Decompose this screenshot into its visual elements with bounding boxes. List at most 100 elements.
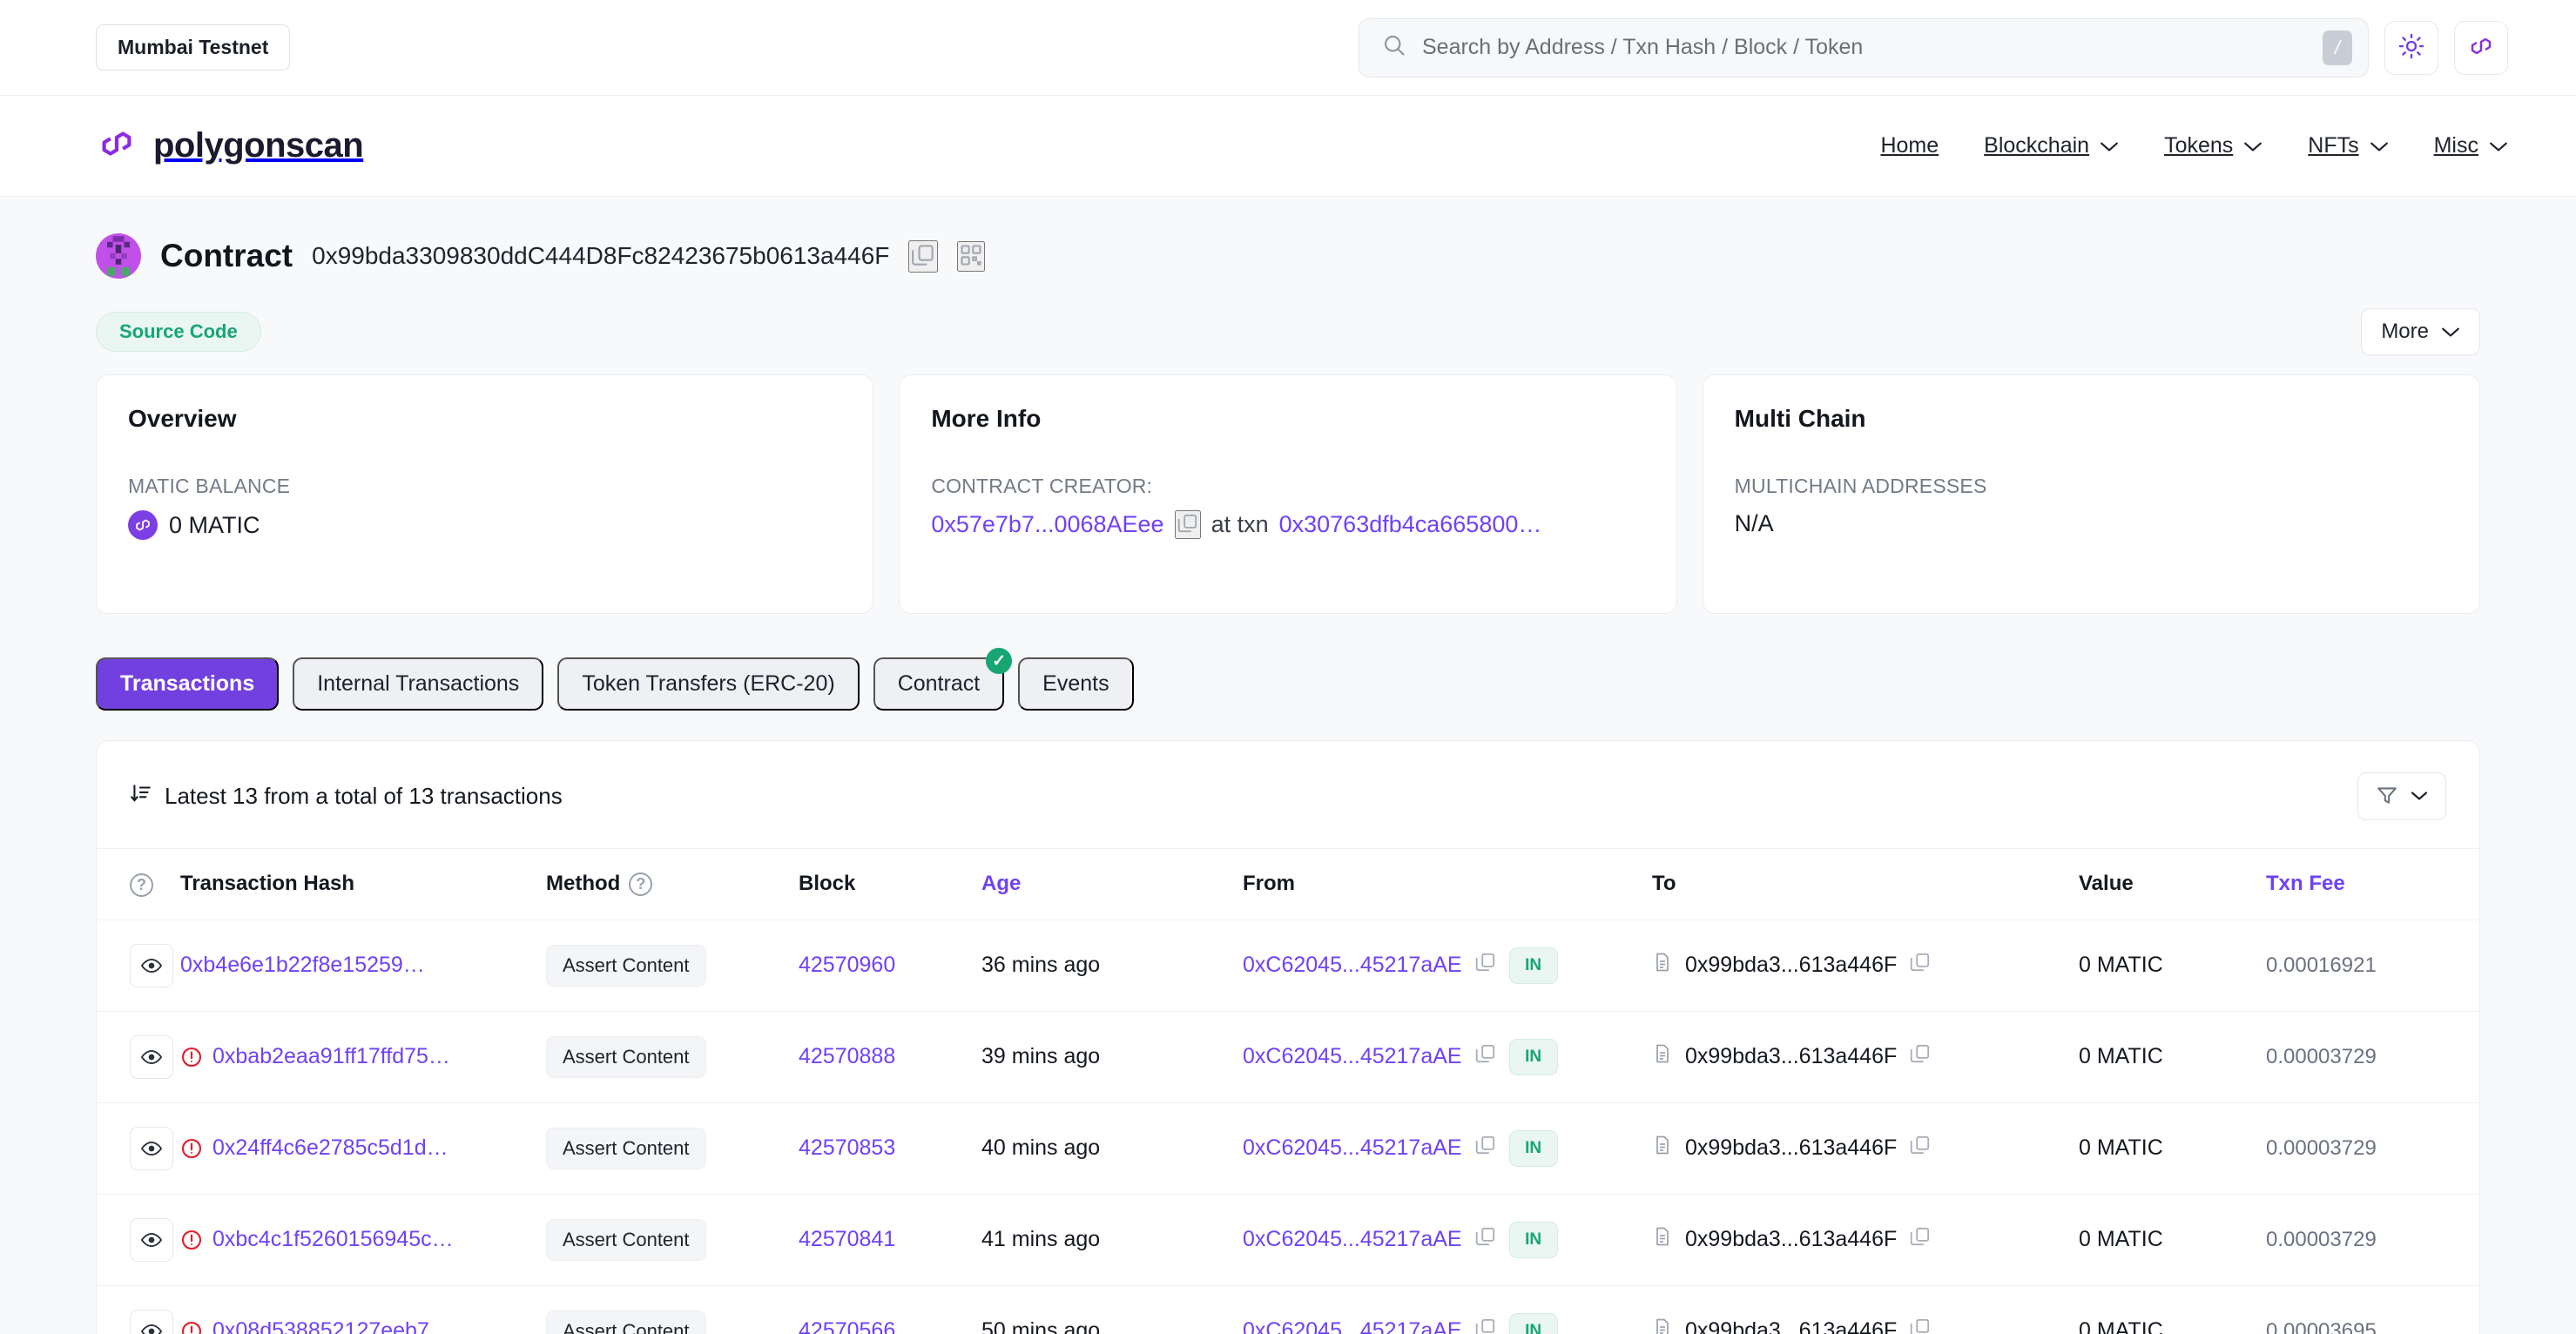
method-badge[interactable]: Assert Content [546, 1035, 706, 1078]
nav-label: NFTs [2308, 133, 2359, 158]
copy-icon[interactable] [1909, 1225, 1932, 1254]
tab-token-transfers[interactable]: Token Transfers (ERC-20) [557, 657, 860, 711]
polygon-app-button[interactable] [2454, 20, 2508, 75]
topbar-right-group: / [1359, 17, 2508, 77]
eye-icon[interactable] [130, 1309, 173, 1334]
eye-icon[interactable] [130, 1126, 173, 1170]
copy-icon[interactable] [1474, 1317, 1497, 1334]
copy-icon[interactable] [1909, 1134, 1932, 1162]
nav-item-blockchain[interactable]: Blockchain [1984, 133, 2119, 158]
help-icon[interactable]: ? [130, 872, 153, 897]
copy-icon[interactable] [1909, 1317, 1932, 1334]
overview-card-title: Overview [128, 405, 237, 432]
block-link[interactable]: 42570888 [799, 1044, 895, 1068]
row-preview-cell [97, 1102, 180, 1195]
from-address-link[interactable]: 0xC62045...45217aAE [1243, 953, 1462, 978]
transaction-hash-link[interactable]: 0xbab2eaa91ff17ffd75… [212, 1044, 450, 1069]
copy-icon[interactable] [1909, 951, 1932, 980]
to-address-text[interactable]: 0x99bda3...613a446F [1685, 1044, 1897, 1069]
search-input[interactable] [1422, 35, 2307, 60]
to-address-text[interactable]: 0x99bda3...613a446F [1685, 1318, 1897, 1334]
col-header-method[interactable]: Method ? [546, 849, 799, 920]
block-link[interactable]: 42570841 [799, 1227, 895, 1251]
copy-icon[interactable] [1474, 1134, 1497, 1162]
row-to-cell: 0x99bda3...613a446F [1652, 1011, 2079, 1103]
from-address-link[interactable]: 0xC62045...45217aAE [1243, 1044, 1462, 1069]
nav-item-misc[interactable]: Misc [2434, 133, 2508, 158]
block-link[interactable]: 42570853 [799, 1135, 895, 1160]
row-preview-cell [97, 1011, 180, 1103]
copy-icon[interactable] [1474, 1225, 1497, 1254]
row-fee-cell: 0.00003729 [2266, 1102, 2479, 1195]
status-badge[interactable]: Source Code [96, 312, 261, 352]
table-row: 0x08d538852127eeb7… Assert Content 4257056… [97, 1285, 2479, 1334]
table-row: 0xbc4c1f5260156945c… Assert Content 425708… [97, 1194, 2479, 1286]
eye-icon[interactable] [130, 1217, 173, 1262]
copy-icon [1177, 512, 1199, 537]
transactions-summary-row: Latest 13 from a total of 13 transaction… [130, 782, 563, 811]
row-age-cell: 36 mins ago [981, 920, 1243, 1012]
method-badge[interactable]: Assert Content [546, 1310, 706, 1334]
theme-toggle-button[interactable] [2384, 20, 2438, 75]
chevron-down-icon [2100, 133, 2119, 158]
row-method-cell: Assert Content [546, 1285, 799, 1334]
col-header-age[interactable]: Age [981, 849, 1243, 920]
from-address-link[interactable]: 0xC62045...45217aAE [1243, 1135, 1462, 1161]
contract-creator-address-link[interactable]: 0x57e7b7...0068AEee [931, 511, 1163, 538]
row-value-cell: 0 MATIC [2079, 1102, 2266, 1195]
matic-balance-value-row: 0 MATIC [128, 510, 841, 540]
block-link[interactable]: 42570960 [799, 953, 895, 977]
copy-icon [910, 242, 936, 271]
method-badge[interactable]: Assert Content [546, 944, 706, 987]
method-badge[interactable]: Assert Content [546, 1218, 706, 1261]
to-address-text[interactable]: 0x99bda3...613a446F [1685, 1135, 1897, 1161]
row-method-cell: Assert Content [546, 1011, 799, 1103]
col-header-transaction-hash[interactable]: Transaction Hash [180, 849, 546, 920]
help-icon[interactable]: ? [629, 872, 653, 896]
chevron-down-icon [2370, 133, 2389, 158]
to-address-text[interactable]: 0x99bda3...613a446F [1685, 1227, 1897, 1252]
col-header-value[interactable]: Value [2079, 849, 2266, 920]
search-box[interactable]: / [1359, 17, 2369, 77]
from-address-link[interactable]: 0xC62045...45217aAE [1243, 1318, 1462, 1334]
tab-events[interactable]: Events [1018, 657, 1134, 711]
nav-item-nfts[interactable]: NFTs [2308, 133, 2388, 158]
page-title: Contract [160, 238, 293, 273]
copy-icon[interactable] [1909, 1042, 1932, 1071]
brand-logo-link[interactable]: polygonscan [96, 124, 364, 168]
transaction-hash-link[interactable]: 0x08d538852127eeb7… [212, 1318, 451, 1334]
nav-item-tokens[interactable]: Tokens [2164, 133, 2262, 158]
transaction-hash-link[interactable]: 0xb4e6e1b22f8e15259… [180, 953, 425, 978]
nav-item-home[interactable]: Home [1880, 133, 1939, 158]
contract-doc-icon [1652, 1317, 1673, 1334]
tab-contract[interactable]: Contract ✓ [873, 648, 1013, 711]
to-address-text[interactable]: 0x99bda3...613a446F [1685, 953, 1897, 978]
col-header-txn-fee[interactable]: Txn Fee [2266, 849, 2479, 920]
network-selector-button[interactable]: Mumbai Testnet [96, 24, 291, 71]
col-header-block[interactable]: Block [799, 849, 981, 920]
method-badge[interactable]: Assert Content [546, 1127, 706, 1169]
eye-icon[interactable] [130, 943, 173, 987]
row-age-cell: 41 mins ago [981, 1194, 1243, 1286]
eye-icon[interactable] [130, 1034, 173, 1079]
col-header-from[interactable]: From [1243, 849, 1652, 920]
transaction-hash-link[interactable]: 0x24ff4c6e2785c5d1d… [212, 1135, 448, 1161]
tab-internal-transactions[interactable]: Internal Transactions [293, 657, 544, 711]
qr-code-button[interactable] [957, 240, 986, 272]
more-button-label: More [2381, 320, 2429, 343]
tab-transactions[interactable]: Transactions [96, 657, 280, 711]
creation-txn-link[interactable]: 0x30763dfb4ca665800… [1279, 511, 1542, 538]
col-header-to[interactable]: To [1652, 849, 2079, 920]
from-address-link[interactable]: 0xC62045...45217aAE [1243, 1227, 1462, 1252]
transaction-hash-link[interactable]: 0xbc4c1f5260156945c… [212, 1227, 454, 1252]
copy-address-button[interactable] [908, 239, 939, 273]
copy-icon[interactable] [1474, 1042, 1497, 1071]
more-button[interactable]: More [2361, 308, 2480, 355]
row-hash-cell: 0xbc4c1f5260156945c… [180, 1194, 546, 1286]
block-link[interactable]: 42570566 [799, 1318, 895, 1334]
col-header-method-label: Method [546, 872, 621, 896]
copy-creator-address-button[interactable] [1174, 510, 1201, 539]
filter-button[interactable] [2357, 772, 2446, 820]
contract-creator-label: CONTRACT CREATOR: [931, 475, 1153, 497]
copy-icon[interactable] [1474, 951, 1497, 980]
